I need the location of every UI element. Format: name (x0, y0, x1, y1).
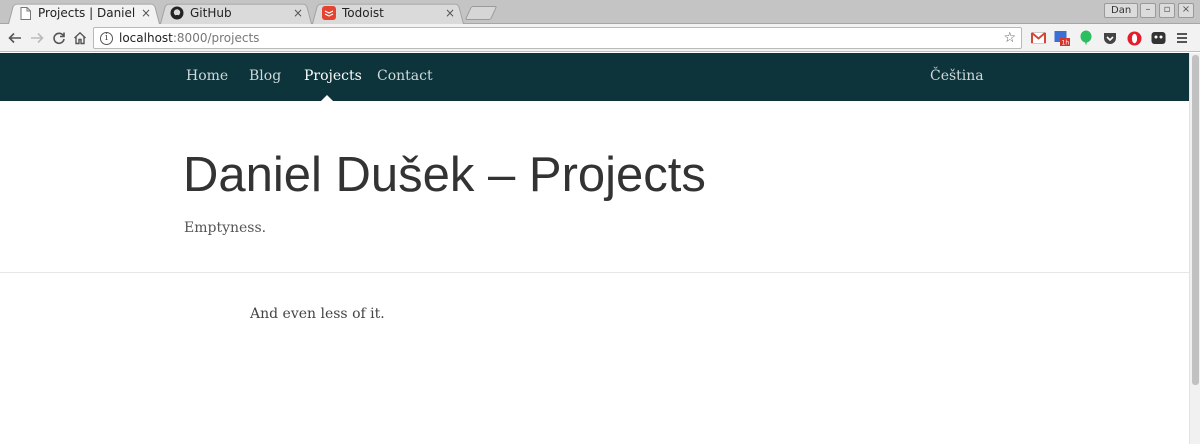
language-switch-link[interactable]: Čeština (930, 68, 984, 84)
active-nav-indicator (321, 95, 333, 101)
opera-icon[interactable] (1126, 30, 1142, 46)
page-body-text: And even less of it. (250, 306, 385, 322)
tab-close-icon[interactable]: × (444, 6, 456, 20)
browser-toolbar: i localhost:8000/projects ☆ 1h (0, 24, 1200, 52)
page-viewport: Home Blog Projects Contact Čeština Danie… (0, 53, 1189, 444)
profile-button[interactable]: Dan (1104, 3, 1139, 18)
nav-contact-link[interactable]: Contact (377, 68, 433, 84)
page-title: Daniel Dušek – Projects (183, 148, 706, 202)
page-subtitle: Emptyness. (184, 220, 267, 236)
reload-icon[interactable] (50, 29, 68, 47)
site-info-icon[interactable]: i (100, 31, 113, 45)
url-host: localhost (119, 31, 173, 45)
page-icon (18, 6, 32, 20)
forward-icon[interactable] (28, 29, 46, 47)
menu-icon[interactable] (1174, 30, 1190, 46)
nav-blog-link[interactable]: Blog (249, 68, 281, 84)
evernote-icon[interactable] (1078, 30, 1094, 46)
github-icon (170, 6, 184, 20)
back-icon[interactable] (6, 29, 24, 47)
nav-projects-link[interactable]: Projects (304, 68, 362, 84)
calendar-icon[interactable]: 1h (1054, 30, 1070, 46)
tab-strip: Projects | Daniel Du × GitHub × Todoist … (0, 0, 1200, 24)
gmail-icon[interactable] (1030, 30, 1046, 46)
nav-home-link[interactable]: Home (186, 68, 228, 84)
tab-title: Projects | Daniel Du (38, 6, 136, 20)
home-icon[interactable] (71, 29, 89, 47)
scrollbar-thumb[interactable] (1192, 55, 1199, 385)
address-bar[interactable]: i localhost:8000/projects ☆ (93, 27, 1022, 49)
tab-title: Todoist (342, 6, 384, 20)
todoist-icon (322, 6, 336, 20)
tab-todoist[interactable]: Todoist × (312, 2, 464, 24)
tab-close-icon[interactable]: × (140, 6, 152, 20)
section-divider (0, 272, 1189, 273)
minimize-icon[interactable]: – (1140, 3, 1156, 18)
tab-title: GitHub (190, 6, 232, 20)
calendar-badge: 1h (1062, 40, 1070, 47)
url-path: :8000/projects (172, 31, 260, 45)
close-window-icon[interactable]: × (1178, 3, 1194, 18)
tab-close-icon[interactable]: × (292, 6, 304, 20)
site-navbar: Home Blog Projects Contact Čeština (0, 53, 1189, 101)
vertical-scrollbar[interactable] (1189, 53, 1200, 444)
pocket-icon[interactable] (1102, 30, 1118, 46)
tab-github[interactable]: GitHub × (160, 2, 312, 24)
bookmark-star-icon[interactable]: ☆ (1003, 30, 1016, 46)
new-tab-button[interactable] (464, 6, 498, 20)
ghostery-icon[interactable] (1150, 30, 1166, 46)
tab-projects[interactable]: Projects | Daniel Du × (8, 2, 160, 24)
maximize-icon[interactable]: ▫ (1159, 3, 1175, 18)
